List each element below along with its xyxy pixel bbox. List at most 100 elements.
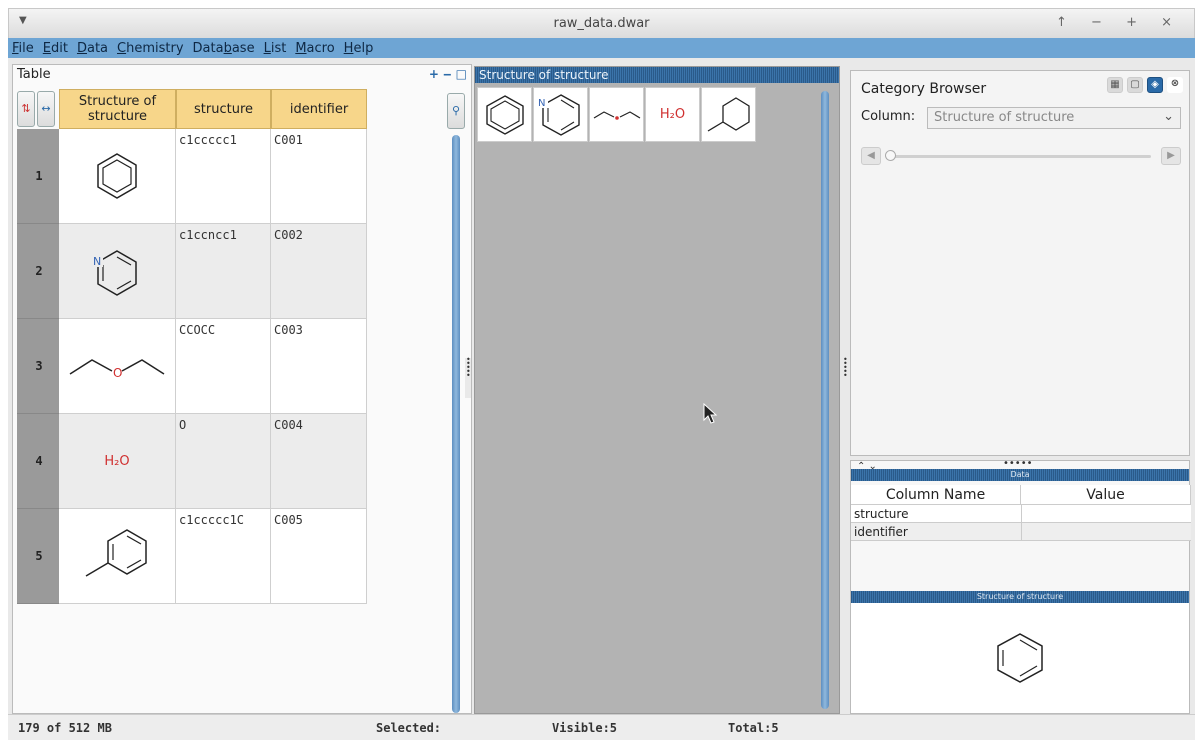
next-icon[interactable]: ▶ [1161,147,1181,165]
toluene-icon [707,96,750,132]
diethyl-ether-icon: O [69,359,165,380]
previous-icon[interactable]: ◀ [861,147,881,165]
splitter-handle[interactable]: • • • • • [842,356,848,398]
drag-handle-icon[interactable]: ••••• [1003,458,1033,469]
structure-cell[interactable] [59,129,176,224]
structure-thumbnail[interactable] [477,87,532,142]
smiles-cell[interactable]: c1ccccc1 [176,129,271,224]
structure-view-panel: Structure of structure N H₂O [474,66,840,714]
visible-status: Visible:5 [552,721,618,735]
oxygen-label: O [113,366,122,380]
column-header-identifier[interactable]: identifier [271,89,367,129]
structure-thumbnail[interactable]: N [533,87,588,142]
copy-icon[interactable]: ▢ [1127,77,1143,93]
row-number[interactable]: 3 [17,319,61,414]
smiles-cell[interactable]: O [176,414,271,509]
menu-help[interactable]: Help [344,41,374,56]
menu-edit[interactable]: Edit [43,41,68,56]
menu-chemistry[interactable]: Chemistry [117,41,184,56]
structure-view-scrollbar[interactable] [821,91,829,709]
water-icon: H₂O [104,453,130,469]
identifier-cell[interactable]: C004 [271,414,367,509]
data-row-value [1021,505,1022,523]
window-controls[interactable]: ↑ − + × [1056,15,1182,30]
smiles-cell[interactable]: c1ccncc1 [176,224,271,319]
identifier-cell[interactable]: C005 [271,509,367,604]
structure-view-title[interactable]: Structure of structure [475,67,839,83]
grid-icon[interactable]: ▦ [1107,77,1123,93]
structure-thumbnail[interactable]: H₂O [645,87,700,142]
chevron-down-icon: ⌄ [1163,109,1174,124]
row-number[interactable]: 2 [17,224,61,319]
benzene-icon [997,633,1043,683]
data-row-name: identifier [854,525,908,539]
structure-cell[interactable]: N [59,224,176,319]
splitter-handle[interactable]: • • • • • [465,356,471,398]
identifier-cell[interactable]: C002 [271,224,367,319]
column-select[interactable]: Structure of structure ⌄ [927,107,1181,129]
table-panel-title: Table [17,67,51,82]
structure-preview-title: Structure of structure [851,591,1189,603]
mouse-cursor-icon [703,403,718,424]
pyridine-icon: N [93,250,137,296]
table-panel-controls[interactable]: + ‒ □ [429,67,467,81]
row-number[interactable]: 1 [17,129,61,224]
menu-data[interactable]: Data [77,41,108,56]
category-browser-title: Category Browser [861,81,987,97]
diethyl-ether-icon [593,110,640,120]
selected-status: Selected: [376,721,442,735]
column-label: Column: [861,109,916,124]
pyridine-icon: N [537,93,580,136]
menu-macro[interactable]: Macro [295,41,334,56]
smiles-cell[interactable]: c1ccccc1C [176,509,271,604]
total-status: Total:5 [728,721,779,735]
resize-columns-icon[interactable]: ↔ [37,91,55,127]
memory-status: 179 of 512 MB [18,721,112,735]
data-panel: ⌃ ⌄ ••••• Data Column Name Value structu… [850,458,1191,714]
nitrogen-label: N [93,255,101,268]
structure-cell[interactable]: O [59,319,176,414]
data-panel-title: Data [851,469,1189,481]
sort-icon[interactable]: ⇅ [17,91,35,127]
slider-track[interactable] [889,155,1151,158]
data-row-name: structure [854,507,909,521]
category-browser-panel: Category Browser ▦ ▢ ◈ ⊗ Column: Structu… [850,70,1190,456]
structure-cell[interactable]: H₂O [59,414,176,509]
category-slider[interactable]: ◀ ▶ [861,147,1181,167]
structure-thumbnail[interactable] [701,87,756,142]
settings-icon[interactable]: ◈ [1147,77,1163,93]
nitrogen-label: N [538,98,545,109]
window-titlebar: ▼ raw_data.dwar ↑ − + × [8,8,1195,38]
table-panel: Table + ‒ □ ⇅ ↔ Structure of structure s… [12,64,472,714]
structure-thumbnail[interactable] [589,87,644,142]
smiles-cell[interactable]: CCOCC [176,319,271,414]
row-number[interactable]: 5 [17,509,61,604]
search-icon[interactable]: ⚲ [447,93,465,129]
structure-cell[interactable] [59,509,176,604]
menu-database[interactable]: Database [193,41,255,56]
menu-bar: File Edit Data Chemistry Database List M… [8,38,1195,58]
menu-file[interactable]: File [12,41,34,56]
main-area: Table + ‒ □ ⇅ ↔ Structure of structure s… [8,58,1195,714]
column-select-value: Structure of structure [934,110,1075,125]
table-scrollbar[interactable] [452,135,460,713]
benzene-icon [485,94,524,135]
column-header-structure-of-structure[interactable]: Structure of structure [59,89,176,129]
row-number[interactable]: 4 [17,414,61,509]
column-name-header: Column Name [851,485,1021,505]
window-title: raw_data.dwar [553,16,650,31]
column-header-structure[interactable]: structure [176,89,271,129]
menu-list[interactable]: List [264,41,287,56]
structure-preview [851,603,1189,713]
benzene-icon [97,153,137,199]
identifier-cell[interactable]: C001 [271,129,367,224]
identifier-cell[interactable]: C003 [271,319,367,414]
category-browser-icons: ▦ ▢ ◈ ⊗ [1107,77,1183,93]
slider-knob[interactable] [885,150,896,161]
data-row-structure[interactable]: structure [851,505,1191,523]
toluene-icon [85,529,147,577]
close-icon[interactable]: ⊗ [1167,77,1183,93]
value-header: Value [1021,485,1191,505]
status-bar: 179 of 512 MB Selected: Visible:5 Total:… [8,714,1195,740]
data-row-identifier[interactable]: identifier [851,523,1191,541]
